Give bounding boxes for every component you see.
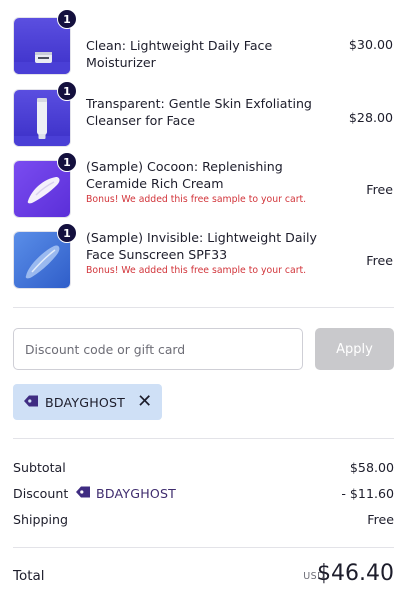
product-price: Free xyxy=(366,253,393,268)
product-name: (Sample) Invisible: Lightweight Daily Fa… xyxy=(86,229,336,277)
bonus-note: Bonus! We added this free sample to your… xyxy=(86,194,307,205)
subtotal-label: Subtotal xyxy=(13,460,66,475)
discount-label: Discount xyxy=(13,486,69,501)
divider xyxy=(13,307,394,308)
quantity-badge: 1 xyxy=(57,9,77,29)
product-thumbnail: 1 xyxy=(13,223,77,289)
product-price: $28.00 xyxy=(348,110,393,125)
divider xyxy=(13,547,394,548)
product-price: $30.00 xyxy=(348,37,393,52)
product-name: Clean: Lightweight Daily Face Moisturize… xyxy=(86,38,273,70)
subtotal-value: $58.00 xyxy=(349,460,394,475)
apply-discount-button[interactable]: Apply xyxy=(315,328,394,370)
product-name: Transparent: Gentle Skin Exfoliating Cle… xyxy=(86,96,312,128)
tag-icon xyxy=(75,485,91,502)
product-thumbnail: 1 xyxy=(13,9,77,75)
close-icon[interactable]: ✕ xyxy=(137,393,152,411)
product-name: (Sample) Cocoon: Replenishing Ceramide R… xyxy=(86,158,336,206)
quantity-badge: 1 xyxy=(57,152,77,172)
discount-code-text: BDAYGHOST xyxy=(96,486,177,501)
discount-code-input[interactable] xyxy=(13,328,303,370)
product-thumbnail: 1 xyxy=(13,152,77,218)
total-label: Total xyxy=(13,568,45,584)
total-amount: $46.40 xyxy=(317,561,394,586)
applied-discount-code: BDAYGHOST xyxy=(45,394,126,410)
tag-icon xyxy=(23,393,39,412)
divider xyxy=(13,438,394,439)
quantity-badge: 1 xyxy=(57,81,77,101)
bonus-note: Bonus! We added this free sample to your… xyxy=(86,265,307,276)
shipping-label: Shipping xyxy=(13,512,68,527)
discount-code: BDAYGHOST xyxy=(75,485,176,502)
applied-discount-chip: BDAYGHOST ✕ xyxy=(13,384,163,420)
quantity-badge: 1 xyxy=(57,223,77,243)
product-price: Free xyxy=(366,182,393,197)
discount-value: - $11.60 xyxy=(341,486,394,501)
shipping-value: Free xyxy=(367,512,394,527)
product-thumbnail: 1 xyxy=(13,81,77,147)
